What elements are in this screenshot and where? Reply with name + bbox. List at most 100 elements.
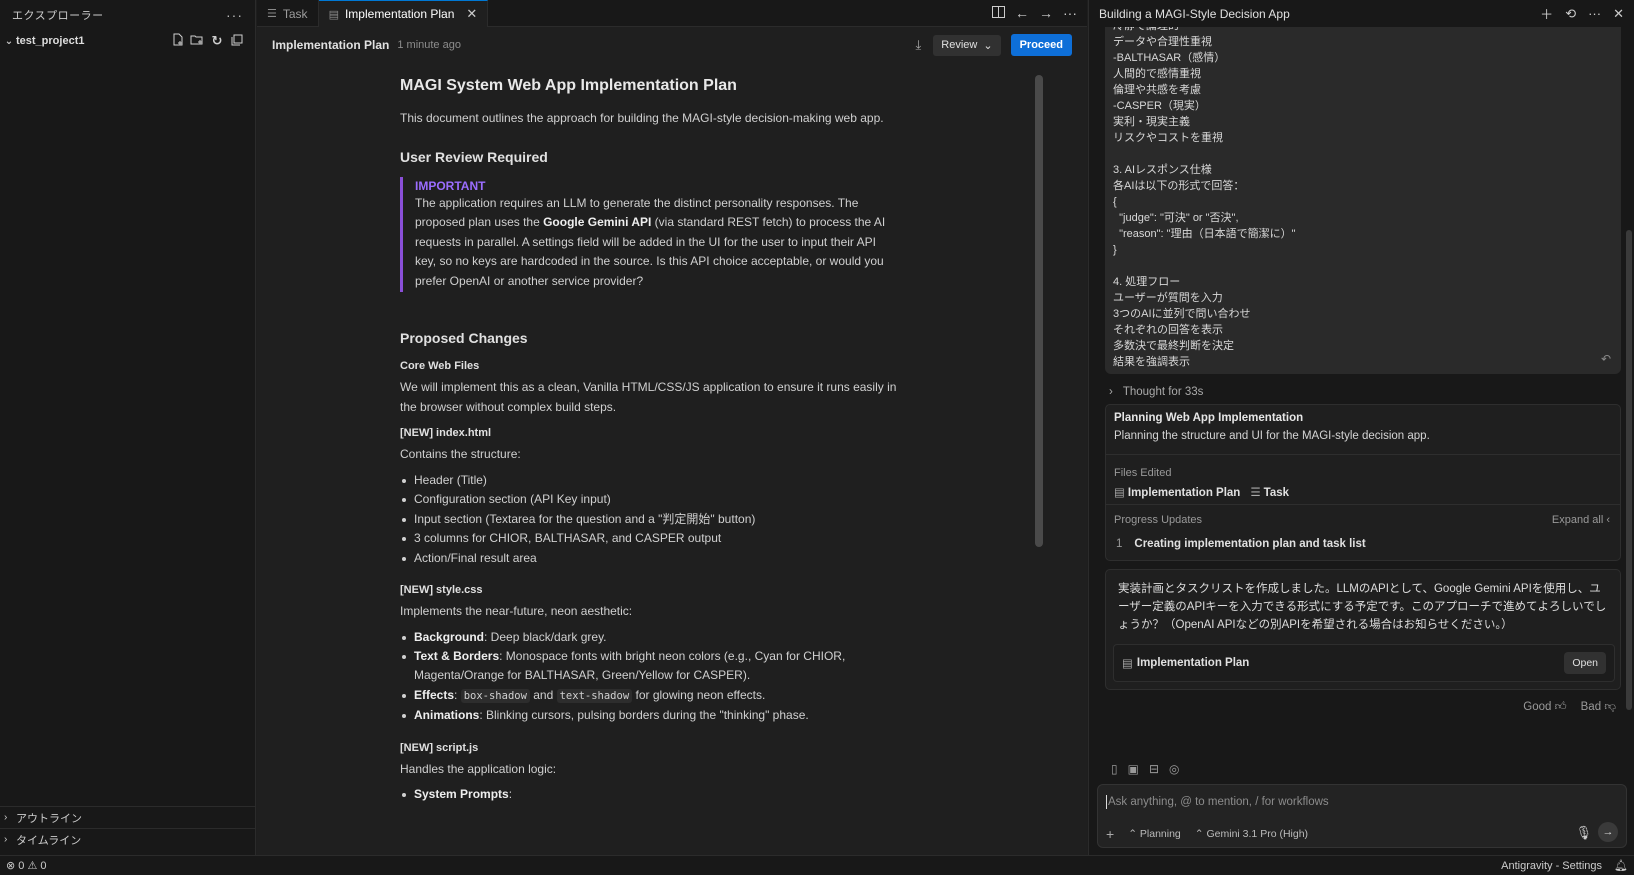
split-editor-icon[interactable] xyxy=(992,5,1005,21)
project-folder[interactable]: ⌄ test_project1 ↻ xyxy=(0,30,255,52)
add-icon[interactable]: + xyxy=(1106,826,1114,842)
status-bar: ⊗ 0 ⚠ 0 Antigravity - Settings 🔔︎ xyxy=(0,855,1634,875)
mode-selector[interactable]: ⌃ Planning xyxy=(1128,828,1181,840)
terminal-context-icon[interactable]: ⊟ xyxy=(1149,762,1159,776)
user-message-line: "reason": "理由（日本語で簡潔に）" xyxy=(1113,228,1296,240)
document-title: Implementation Plan xyxy=(272,38,390,52)
more-actions-icon[interactable]: ··· xyxy=(1063,5,1077,21)
user-message-line: ユーザーが質問を入力 xyxy=(1113,292,1223,304)
user-message-line: 冷静で論理的 xyxy=(1113,27,1593,34)
user-message-line: 3つのAIに並列で問い合わせ xyxy=(1113,308,1251,320)
file-context-icon[interactable]: ▯ xyxy=(1111,762,1118,776)
settings-status[interactable]: Antigravity - Settings xyxy=(1501,860,1602,872)
good-button[interactable]: Good 👍︎ xyxy=(1523,700,1566,714)
tab-label[interactable]: Implementation Plan xyxy=(345,7,454,21)
user-message-line: } xyxy=(1113,244,1117,256)
collapse-all-icon[interactable] xyxy=(227,34,247,49)
assistant-reply: 実装計画とタスクリストを作成しました。LLMのAPIとして、Google Gem… xyxy=(1105,569,1621,690)
tab-implementation-plan[interactable]: ▤ Implementation Plan ✕ xyxy=(318,0,489,27)
review-label[interactable]: Review xyxy=(941,39,977,51)
document-content: MAGI System Web App Implementation Plan … xyxy=(400,77,900,804)
back-arrow-icon[interactable]: ← xyxy=(1015,5,1029,21)
thought-toggle[interactable]: › Thought for 33s xyxy=(1109,386,1203,398)
explorer-header: エクスプローラー ··· xyxy=(0,0,255,30)
user-message-line: 結果を強調表示 xyxy=(1113,356,1190,368)
outline-section[interactable]: › アウトライン xyxy=(0,806,256,828)
style-list: Background: Deep black/dark grey. Text &… xyxy=(400,628,900,726)
history-icon[interactable]: ⟲ xyxy=(1565,6,1576,22)
new-file-icon[interactable] xyxy=(167,33,187,49)
checklist-icon: ☰ xyxy=(267,8,277,20)
plan-link-label[interactable]: Implementation Plan xyxy=(1137,657,1249,669)
thought-label[interactable]: Thought for 33s xyxy=(1123,386,1204,398)
task-subtitle: Planning the structure and UI for the MA… xyxy=(1114,430,1430,442)
outline-label[interactable]: アウトライン xyxy=(16,810,82,826)
task-title: Planning Web App Implementation xyxy=(1114,412,1304,424)
feedback-row: Good 👍︎ Bad 👎︎ xyxy=(1523,700,1616,714)
chevron-down-icon[interactable]: ⌄ xyxy=(2,36,16,47)
refresh-icon[interactable]: ↻ xyxy=(207,33,227,49)
plan-link-card[interactable]: ▤ Implementation Plan Open xyxy=(1113,644,1615,682)
list-item: Background: Deep black/dark grey. xyxy=(400,628,900,647)
panel-header: Building a MAGI-Style Decision App ＋ ⟲ ·… xyxy=(1089,0,1634,27)
document-scrollbar[interactable] xyxy=(1035,75,1043,547)
list-item: Configuration section (API Key input) xyxy=(400,490,900,509)
user-message-line: データや合理性重視 xyxy=(1113,36,1212,48)
panel-scrollbar[interactable] xyxy=(1626,230,1632,710)
error-icon: ⊗ xyxy=(6,860,16,872)
browser-context-icon[interactable]: ◎ xyxy=(1169,762,1179,776)
important-callout: IMPORTANT The application requires an LL… xyxy=(400,176,900,293)
bad-button[interactable]: Bad 👎︎ xyxy=(1581,700,1616,714)
divider xyxy=(1106,454,1620,455)
open-button[interactable]: Open xyxy=(1564,652,1606,674)
new-chat-icon[interactable]: ＋ xyxy=(1540,4,1553,23)
core-files-text: We will implement this as a clean, Vanil… xyxy=(400,380,897,414)
progress-updates-label: Progress Updates xyxy=(1114,514,1203,526)
problems-indicator[interactable]: ⊗ 0 ⚠ 0 xyxy=(6,859,47,872)
list-item: Effects: box-shadow and text-shadow for … xyxy=(400,686,900,706)
chat-input[interactable]: Ask anything, @ to mention, / for workfl… xyxy=(1106,795,1329,809)
model-selector[interactable]: ⌃ Gemini 3.1 Pro (High) xyxy=(1195,828,1308,840)
bell-icon[interactable]: 🔔︎ xyxy=(1614,859,1628,872)
list-item: 3 columns for CHIOR, BALTHASAR, and CASP… xyxy=(400,529,900,548)
undo-icon[interactable]: ↶ xyxy=(1601,352,1611,366)
tab-label[interactable]: Task xyxy=(283,7,308,21)
more-actions-icon[interactable]: ··· xyxy=(226,7,243,23)
user-message-line: 多数決で最終判断を決定 xyxy=(1113,340,1234,352)
tab-task[interactable]: ☰ Task xyxy=(257,0,319,27)
expand-all-button[interactable]: Expand all ‹ xyxy=(1552,514,1610,526)
microphone-icon[interactable]: 🎙︎ xyxy=(1575,825,1592,841)
send-button[interactable]: → xyxy=(1598,822,1618,842)
core-files-heading: Core Web Files xyxy=(400,360,480,373)
new-folder-icon[interactable] xyxy=(187,33,207,49)
script-heading: [NEW] script.js xyxy=(400,741,479,754)
list-item: System Prompts: xyxy=(400,785,900,804)
timeline-section[interactable]: › タイムライン xyxy=(0,828,256,850)
download-icon[interactable]: ⤓ xyxy=(916,37,922,53)
close-icon[interactable]: ✕ xyxy=(1613,6,1624,22)
close-icon[interactable]: ✕ xyxy=(466,6,477,22)
explorer-title: エクスプローラー xyxy=(12,10,104,22)
list-item: Header (Title) xyxy=(400,471,900,490)
forward-arrow-icon[interactable]: → xyxy=(1039,5,1053,21)
chevron-right-icon: › xyxy=(1109,386,1113,398)
files-edited-label: Files Edited xyxy=(1114,467,1172,479)
more-actions-icon[interactable]: ··· xyxy=(1588,6,1601,21)
user-message: 冷静で論理的データや合理性重視 -BALTHASAR（感情） 人間的で感情重視倫理や… xyxy=(1105,27,1621,374)
user-message-line: 各AIは以下の形式で回答： xyxy=(1113,180,1245,192)
chat-composer[interactable]: Ask anything, @ to mention, / for workfl… xyxy=(1097,784,1627,848)
file-chip-implementation-plan[interactable]: ▤ Implementation Plan xyxy=(1114,485,1240,499)
timeline-label[interactable]: タイムライン xyxy=(16,832,81,848)
changes-heading: Proposed Changes xyxy=(400,330,528,347)
proceed-button[interactable]: Proceed xyxy=(1010,34,1072,56)
document-icon: ▤ xyxy=(328,8,339,21)
user-message-line: それぞれの回答を表示 xyxy=(1113,324,1223,336)
project-name[interactable]: test_project1 xyxy=(16,35,84,47)
review-dropdown[interactable]: Review ⌄ xyxy=(933,34,1001,56)
user-message-line: 人間的で感情重視 xyxy=(1113,68,1201,80)
reply-text: 実装計画とタスクリストを作成しました。LLMのAPIとして、Google Gem… xyxy=(1118,583,1607,631)
image-context-icon[interactable]: ▣ xyxy=(1128,762,1139,776)
list-item: Action/Final result area xyxy=(400,549,900,568)
file-chip-task[interactable]: ☰ Task xyxy=(1250,485,1289,499)
user-message-line: 3. AIレスポンス仕様 xyxy=(1113,164,1212,176)
